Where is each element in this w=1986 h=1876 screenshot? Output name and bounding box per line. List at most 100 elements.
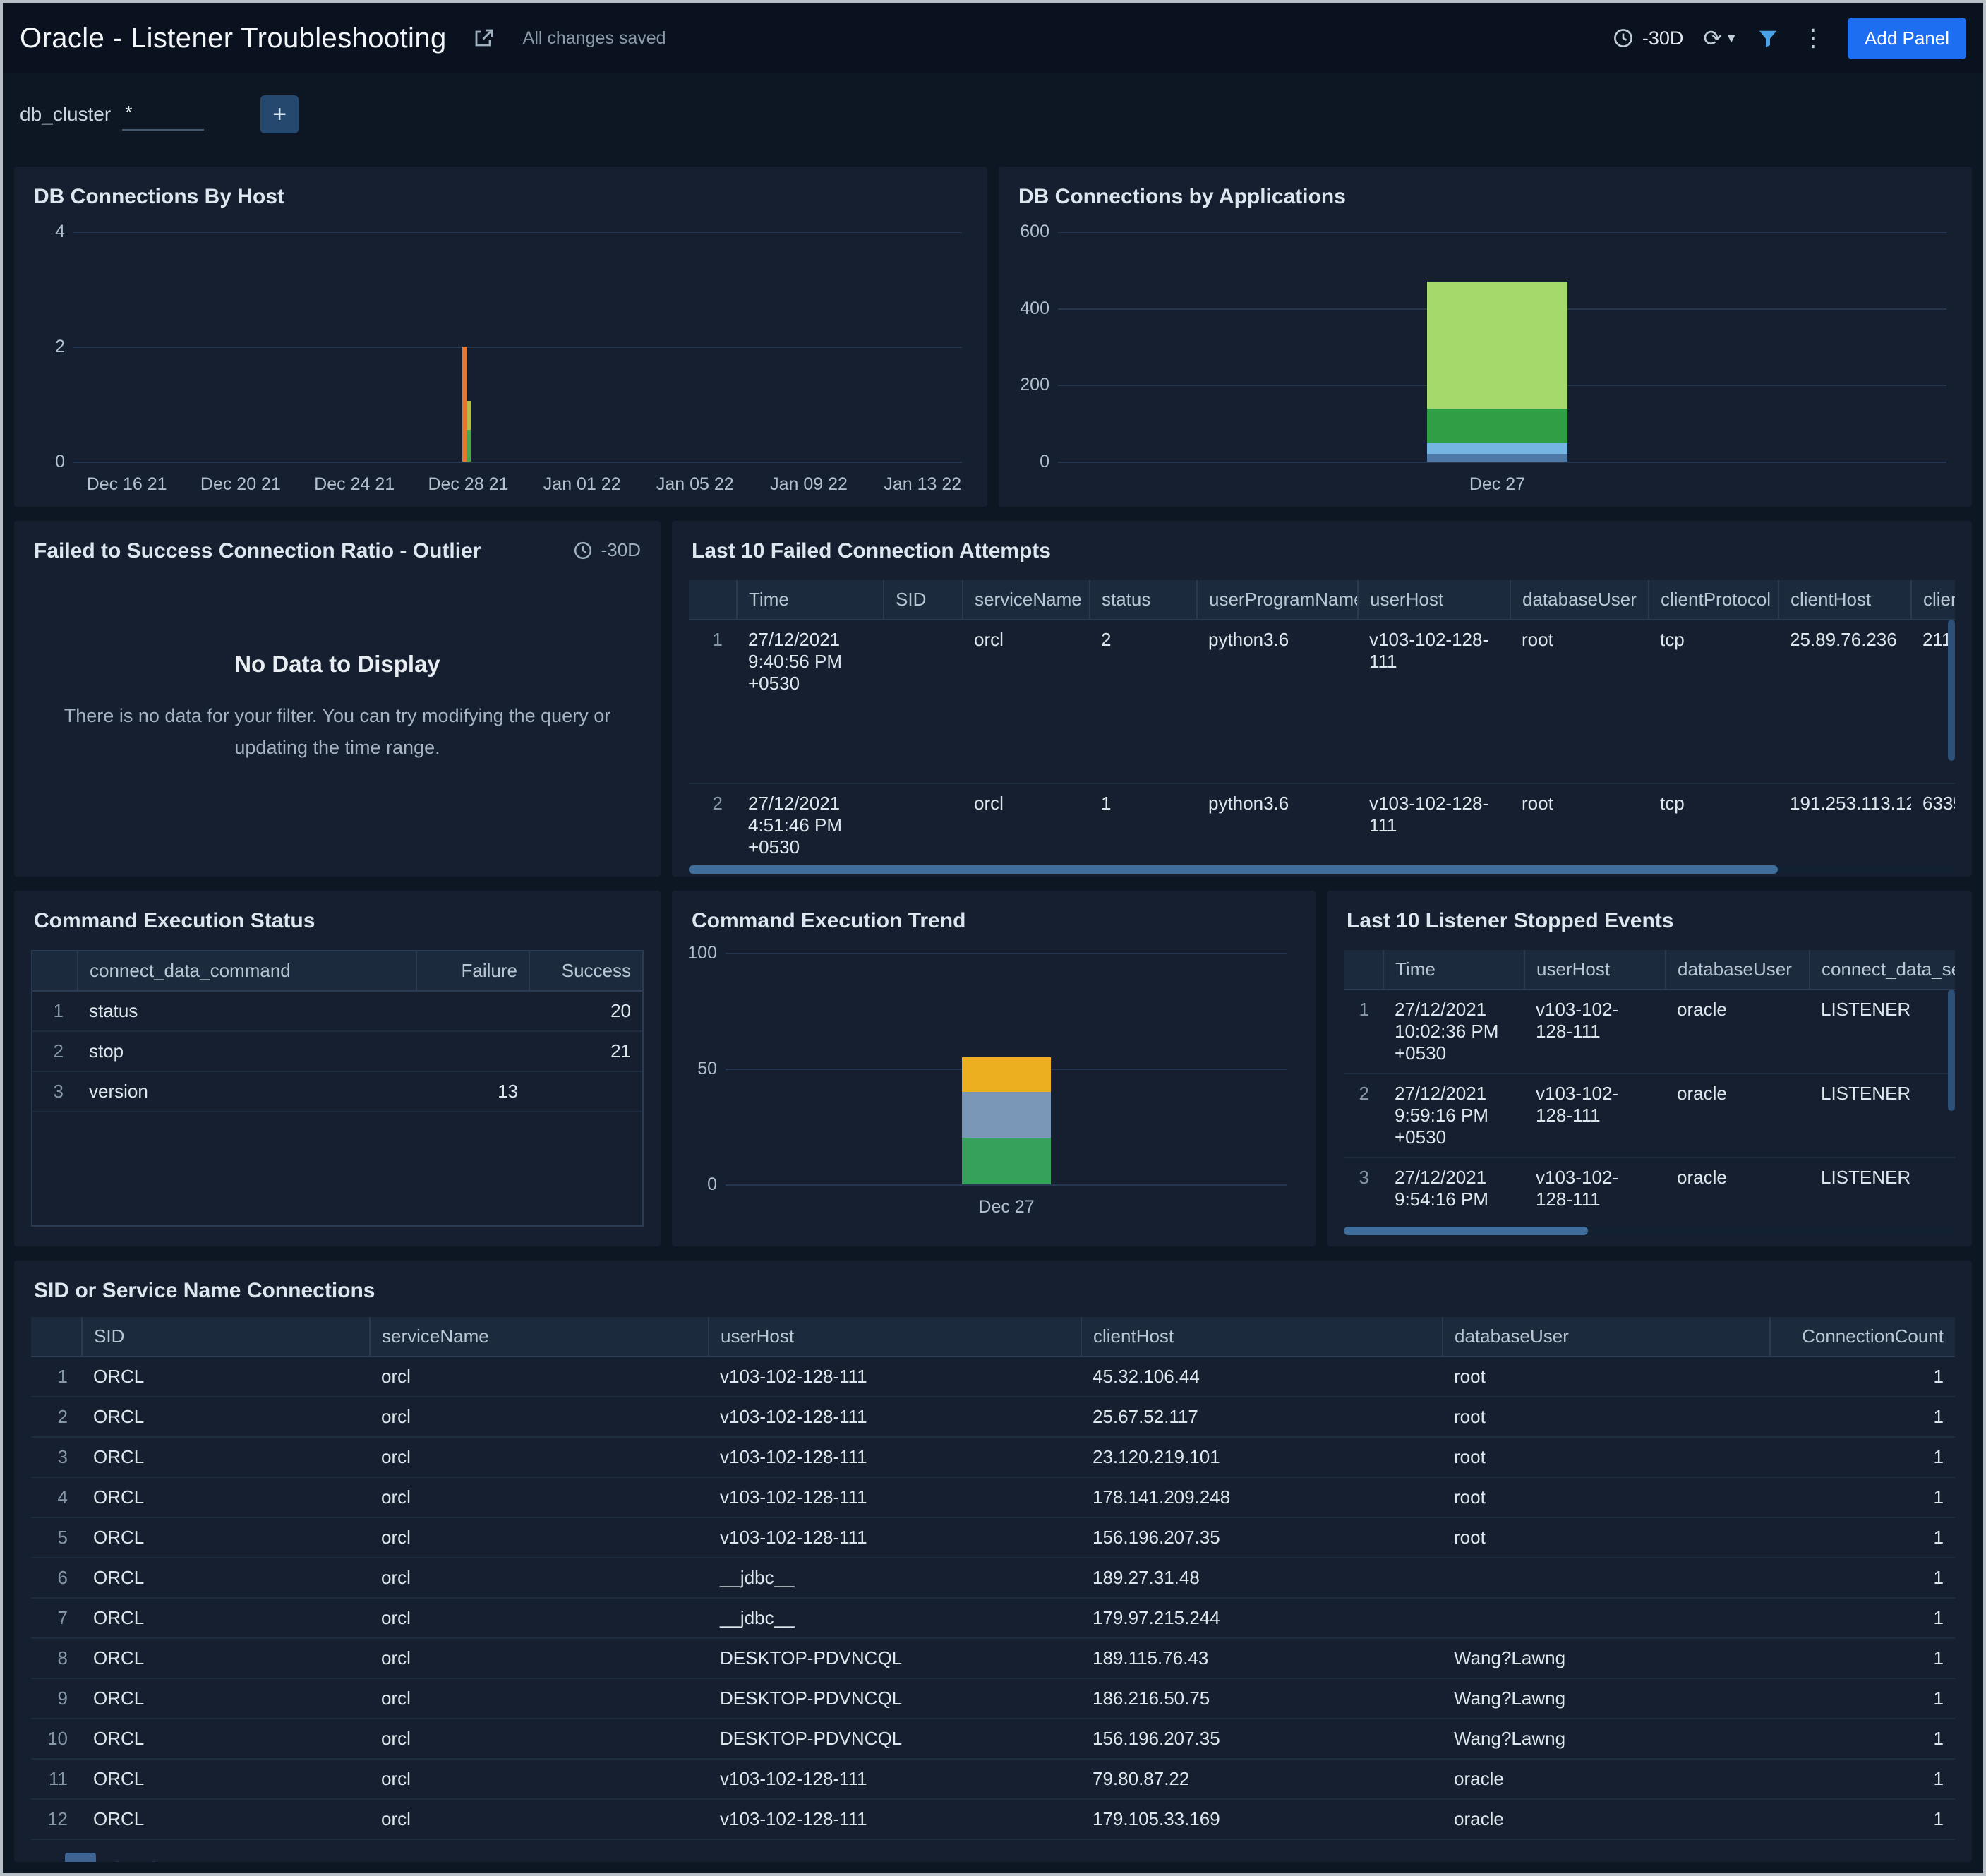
time-range-control[interactable]: -30D (1613, 28, 1684, 49)
horizontal-scrollbar[interactable] (689, 865, 1955, 874)
column-header[interactable]: clientHost (1779, 580, 1911, 620)
filter-icon[interactable] (1757, 28, 1779, 49)
gridline (73, 462, 962, 463)
column-header[interactable]: databaseUser (1666, 950, 1810, 990)
db-cluster-label: db_cluster (20, 103, 111, 126)
column-header[interactable] (32, 951, 78, 991)
table-row[interactable]: 127/12/2021 9:40:56 PM +0530orcl2python3… (689, 620, 1955, 783)
vertical-scrollbar[interactable] (1948, 990, 1955, 1111)
table-row[interactable]: 227/12/2021 9:59:16 PM +0530v103-102-128… (1344, 1074, 1955, 1158)
page-buttons: 1234 (65, 1853, 206, 1862)
bar-segment[interactable] (1427, 409, 1567, 443)
app-connections-chart[interactable]: 0200400600Dec 27 (1058, 232, 1946, 462)
column-header[interactable]: clientHost (1081, 1317, 1443, 1357)
table-row[interactable]: 6ORCLorcl__jdbc__189.27.31.481 (31, 1558, 1955, 1598)
column-header[interactable]: serviceName (370, 1317, 709, 1357)
column-header[interactable]: userProgramName (1197, 580, 1358, 620)
bar-segment[interactable] (1427, 282, 1567, 409)
next-page-icon[interactable]: › (215, 1855, 240, 1863)
table-row[interactable]: 8ORCLorclDESKTOP-PDVNCQL189.115.76.43Wan… (31, 1638, 1955, 1678)
column-header[interactable]: userHost (1524, 950, 1666, 990)
table-cell: 4 (31, 1477, 82, 1517)
table-cell: ORCL (82, 1638, 370, 1678)
panel-time-range[interactable]: -30D (573, 539, 641, 561)
table-cell: orcl (963, 620, 1090, 783)
add-filter-button[interactable]: + (260, 95, 299, 133)
column-header[interactable]: Success (529, 951, 642, 991)
column-header[interactable] (689, 580, 737, 620)
table-row[interactable]: 7ORCLorcl__jdbc__179.97.215.2441 (31, 1598, 1955, 1638)
table-row[interactable]: 327/12/2021 9:54:16 PMv103-102-128-111or… (1344, 1158, 1955, 1218)
table-row[interactable]: 227/12/2021 4:51:46 PM +0530orcl1python3… (689, 783, 1955, 857)
table-cell: oracle (1443, 1759, 1770, 1799)
command-trend-chart[interactable]: 050100Dec 27 (726, 953, 1287, 1184)
vertical-scrollbar[interactable] (1948, 620, 1955, 761)
table-row[interactable]: 3version13 (32, 1071, 642, 1112)
bar-segment[interactable] (1427, 454, 1567, 462)
column-header[interactable]: databaseUser (1443, 1317, 1770, 1357)
horizontal-scrollbar[interactable] (1344, 1227, 1955, 1235)
column-header[interactable] (1344, 950, 1383, 990)
table-row[interactable]: 2stop21 (32, 1031, 642, 1071)
page-button-1[interactable]: 1 (65, 1853, 96, 1862)
column-header[interactable]: userHost (1358, 580, 1510, 620)
column-header[interactable]: SID (884, 580, 963, 620)
scrollbar-thumb[interactable] (1344, 1227, 1588, 1235)
table-row[interactable]: 11ORCLorclv103-102-128-11179.80.87.22ora… (31, 1759, 1955, 1799)
table-row[interactable]: 4ORCLorclv103-102-128-111178.141.209.248… (31, 1477, 1955, 1517)
column-header[interactable]: databaseUser (1510, 580, 1649, 620)
table-cell: 3 (31, 1437, 82, 1477)
page-button-4[interactable]: 4 (175, 1853, 206, 1862)
table-row[interactable]: 12ORCLorclv103-102-128-111179.105.33.169… (31, 1799, 1955, 1839)
table-row[interactable]: 5ORCLorclv103-102-128-111156.196.207.35r… (31, 1517, 1955, 1558)
share-icon[interactable] (472, 27, 495, 49)
column-header[interactable]: ConnectionCount (1770, 1317, 1955, 1357)
table-row[interactable]: 127/12/2021 10:02:36 PM +0530v103-102-12… (1344, 990, 1955, 1074)
table-cell: ORCL (82, 1558, 370, 1598)
column-header[interactable]: connect_data_service (1810, 950, 1955, 990)
bar-segment[interactable] (962, 1092, 1051, 1138)
table-row[interactable]: 10ORCLorclDESKTOP-PDVNCQL156.196.207.35W… (31, 1719, 1955, 1759)
column-header[interactable]: Failure (416, 951, 529, 991)
table-cell: oracle (1666, 1074, 1810, 1158)
table-row[interactable]: 9ORCLorclDESKTOP-PDVNCQL186.216.50.75Wan… (31, 1678, 1955, 1719)
host-connections-chart[interactable]: 024Dec 16 21Dec 20 21Dec 24 21Dec 28 21J… (73, 232, 962, 462)
column-header[interactable]: connect_data_command (78, 951, 416, 991)
column-header[interactable]: clientProtocol (1649, 580, 1779, 620)
column-header[interactable]: Time (1383, 950, 1524, 990)
page-button-3[interactable]: 3 (138, 1853, 169, 1862)
gridline (73, 232, 962, 233)
bar-segment[interactable] (962, 1057, 1051, 1092)
column-header[interactable]: status (1090, 580, 1197, 620)
db-cluster-input[interactable]: * (122, 99, 204, 131)
add-panel-button[interactable]: Add Panel (1848, 18, 1966, 59)
refresh-control[interactable]: ⟳ ▼ (1703, 25, 1738, 52)
bar-segment[interactable] (467, 401, 471, 430)
gridline (73, 347, 962, 348)
table-cell: 156.196.207.35 (1081, 1517, 1443, 1558)
panel-failed-connection-attempts: Last 10 Failed Connection Attempts TimeS… (672, 521, 1972, 877)
table-cell: Wang?Lawng (1443, 1719, 1770, 1759)
table-row[interactable]: 2ORCLorclv103-102-128-11125.67.52.117roo… (31, 1397, 1955, 1437)
bar-segment[interactable] (962, 1138, 1051, 1184)
column-header[interactable]: clientPort (1911, 580, 1955, 620)
column-header[interactable]: serviceName (963, 580, 1090, 620)
kebab-menu-icon[interactable]: ⋮ (1798, 24, 1828, 52)
column-header[interactable] (31, 1317, 82, 1357)
table-cell: 2 (1344, 1074, 1383, 1158)
table-row[interactable]: 1status20 (32, 991, 642, 1031)
prev-page-icon[interactable]: ‹ (31, 1855, 56, 1863)
y-axis-tick: 0 (20, 452, 65, 472)
bar-segment[interactable] (1427, 443, 1567, 454)
table-cell: v103-102-128-111 (709, 1759, 1081, 1799)
table-cell: 2 (31, 1397, 82, 1437)
bar-segment[interactable] (467, 430, 471, 462)
scrollbar-thumb[interactable] (689, 865, 1778, 874)
column-header[interactable]: Time (737, 580, 884, 620)
table-row[interactable]: 1ORCLorclv103-102-128-11145.32.106.44roo… (31, 1357, 1955, 1397)
table-row[interactable]: 3ORCLorclv103-102-128-11123.120.219.101r… (31, 1437, 1955, 1477)
column-header[interactable]: SID (82, 1317, 370, 1357)
dashboard-body: DB Connections By Host 024Dec 16 21Dec 2… (3, 155, 1983, 1873)
page-button-2[interactable]: 2 (102, 1853, 133, 1862)
column-header[interactable]: userHost (709, 1317, 1081, 1357)
